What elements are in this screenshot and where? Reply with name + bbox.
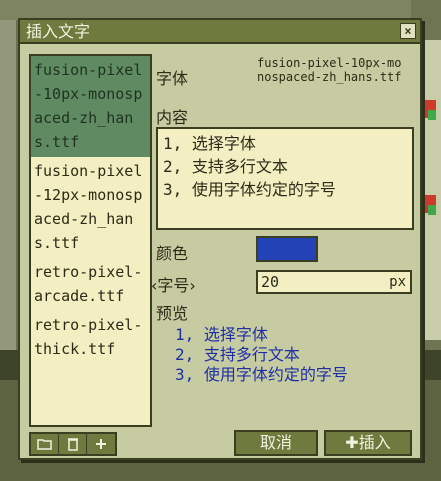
size-input[interactable]: 20 px [256, 270, 412, 294]
background-right-panel [419, 40, 441, 340]
color-swatch[interactable] [256, 236, 318, 262]
font-list-item[interactable]: retro-pixel-thick.ttf [31, 311, 150, 364]
size-value: 20 [261, 273, 280, 291]
font-list-item[interactable]: retro-pixel-arcade.ttf [31, 258, 150, 311]
add-icon[interactable] [87, 434, 115, 454]
background-green-block [428, 205, 436, 215]
cancel-button[interactable]: 取消 [234, 430, 318, 456]
trash-icon[interactable] [59, 434, 87, 454]
insert-text-dialog: 插入文字 × fusion-pixel-10px-monospaced-zh_h… [18, 18, 422, 460]
content-label: 内容 [156, 108, 189, 127]
selected-font-name: fusion-pixel-10px-monospaced-zh_hans.ttf [257, 56, 402, 84]
insert-button[interactable]: ✚插入 [324, 430, 412, 456]
open-folder-icon[interactable] [31, 434, 59, 454]
size-unit: px [389, 274, 406, 290]
color-label: 颜色 [156, 244, 189, 263]
background-green-block [428, 110, 436, 120]
preview-label: 预览 [156, 304, 189, 323]
background-top [0, 0, 441, 20]
dialog-title: 插入文字 [26, 22, 91, 41]
font-list[interactable]: fusion-pixel-10px-monospaced-zh_hans.ttf… [29, 54, 152, 427]
background-left [0, 20, 18, 350]
font-list-item[interactable]: fusion-pixel-12px-monospaced-zh_hans.ttf [31, 157, 150, 258]
close-icon[interactable]: × [400, 23, 416, 39]
size-label: ‹字号› [151, 276, 196, 295]
preview-text: 1, 选择字体 2, 支持多行文本 3, 使用字体约定的字号 [175, 325, 348, 384]
font-list-item-selected[interactable]: fusion-pixel-10px-monospaced-zh_hans.ttf [31, 56, 150, 157]
font-list-actions [29, 432, 117, 456]
content-textarea[interactable]: 1, 选择字体 2, 支持多行文本 3, 使用字体约定的字号 [156, 127, 414, 230]
dialog-titlebar[interactable]: 插入文字 × [20, 20, 420, 44]
font-label: 字体 [156, 69, 189, 88]
